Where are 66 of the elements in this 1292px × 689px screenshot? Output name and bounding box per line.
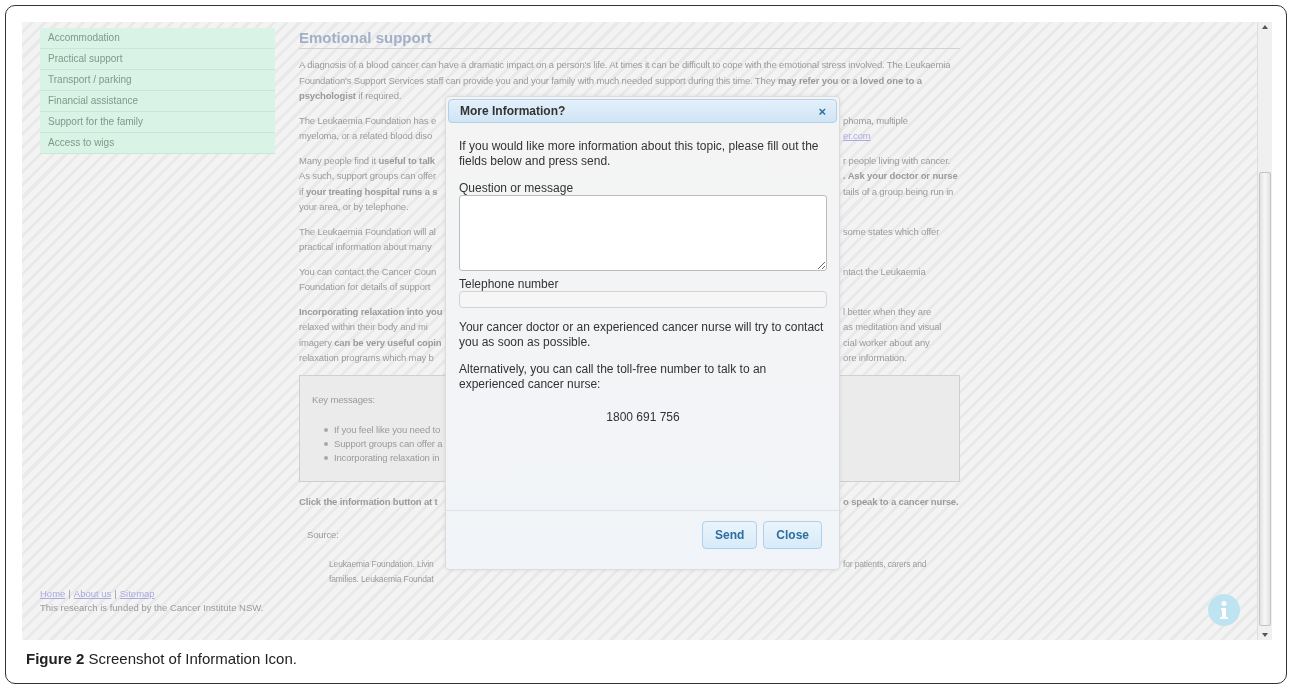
bullet-icon xyxy=(324,428,328,432)
body-text: some states which offer xyxy=(843,225,940,237)
body-text: Support groups can offer a xyxy=(334,437,443,451)
body-text: myeloma, or a related blood diso xyxy=(299,130,433,141)
bullet-icon xyxy=(324,456,328,460)
dialog-title: More Information? xyxy=(460,104,566,118)
body-text: practical information about many xyxy=(299,241,432,252)
body-text: A diagnosis of a blood cancer can have a dramatic impact on a person's life. At times it can be difficult to cope with the emotional stress involved. The Leukaemia Foundation's Support Services staff can provide you and your family with much needed support during this time. They may refer you or a loved one to a psychologist if required. xyxy=(299,58,952,103)
body-text: if your treating hospital runs a s xyxy=(299,185,438,197)
body-text: The Leukaemia Foundation will al xyxy=(299,225,436,237)
telephone-field[interactable] xyxy=(459,291,827,308)
body-text: The Leukaemia Foundation has e xyxy=(299,114,437,126)
close-button[interactable]: × xyxy=(818,103,826,119)
dialog-text: Alternatively, you can call the toll-free number to talk to an experienced cancer nurse: xyxy=(459,362,768,392)
body-text: phoma, multiple xyxy=(843,114,908,126)
footer-link[interactable]: Home xyxy=(40,586,66,601)
body-text: You can contact the Cancer Coun xyxy=(299,265,437,277)
body-text: relaxed within their body and mi xyxy=(299,321,428,332)
field-label: Telephone number xyxy=(459,277,560,291)
field-label: Question or message xyxy=(459,181,575,195)
body-text: relaxation programs which may b xyxy=(299,352,434,363)
body-text: . Ask your doctor or nurse xyxy=(843,170,958,181)
body-text: families. Leukaemia Foundat xyxy=(329,573,434,584)
sidebar-item[interactable]: Access to wigs xyxy=(40,133,275,154)
body-text: Foundation for details of support xyxy=(299,281,431,292)
dialog-text: If you would like more information about this topic, please fill out the fields below and press send. xyxy=(459,139,820,169)
separator-text: | xyxy=(68,586,71,601)
sidebar-item[interactable]: Accommodation xyxy=(40,28,275,49)
body-text: as meditation and visual xyxy=(843,321,942,332)
body-text: imagery can be very useful copin xyxy=(299,336,442,348)
body-text: r people living with cancer. xyxy=(843,154,951,166)
sidebar-item[interactable]: Financial assistance xyxy=(40,91,275,112)
body-text: your area, or by telephone. xyxy=(299,201,409,212)
body-text: for patients, carers and xyxy=(843,558,927,569)
separator-text: | xyxy=(114,586,117,601)
body-text: ore information. xyxy=(843,352,907,363)
message-field[interactable] xyxy=(459,195,827,271)
footer-note: This research is funded by the Cancer Institute NSW. xyxy=(40,600,264,615)
body-text: cial worker about any xyxy=(843,336,930,348)
dialog-text: Your cancer doctor or an experienced cancer nurse will try to contact you as soon as possible. xyxy=(459,320,825,350)
body-text: As such, support groups can offer xyxy=(299,170,436,181)
figure-caption: Figure 2 Screenshot of Information Icon. xyxy=(25,649,298,667)
sidebar-item[interactable]: Practical support xyxy=(40,49,275,70)
bullet-icon xyxy=(324,442,328,446)
body-text: Click the information button at t xyxy=(299,495,438,507)
sidebar-item[interactable]: Transport / parking xyxy=(40,70,275,91)
body-text: Many people find it useful to talk xyxy=(299,154,435,166)
send-button[interactable]: Send xyxy=(701,521,758,549)
link[interactable]: er.com xyxy=(843,130,871,141)
footer-link[interactable]: About us xyxy=(73,586,112,601)
body-text: If you feel like you need to xyxy=(334,423,441,437)
body-text: Leukaemia Foundation. Livin xyxy=(329,558,434,569)
footer-link[interactable]: Sitemap xyxy=(119,586,155,601)
body-text: o speak to a cancer nurse. xyxy=(843,495,959,507)
body-text: Incorporating relaxation into you xyxy=(299,305,443,317)
box-title: Key messages: xyxy=(312,393,375,405)
sidebar-item[interactable]: Support for the family xyxy=(40,112,275,133)
page-heading: Emotional support xyxy=(299,28,960,49)
scrollbar[interactable] xyxy=(1257,22,1272,640)
phone-number: 1800 691 756 xyxy=(606,410,680,424)
body-text: Incorporating relaxation in xyxy=(334,451,440,465)
close-dialog-button[interactable]: Close xyxy=(763,521,822,549)
source-label: Source: xyxy=(307,529,339,540)
body-text: ntact the Leukaemia xyxy=(843,265,926,277)
info-icon xyxy=(1219,600,1229,620)
body-text: tails of a group being run in xyxy=(843,185,954,197)
